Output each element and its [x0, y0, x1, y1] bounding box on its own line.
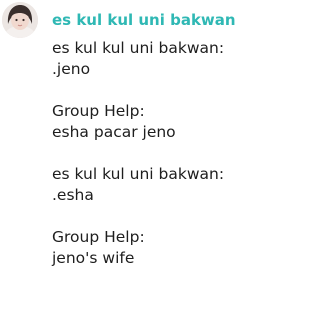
message-line: Group Help:	[52, 228, 145, 246]
message-body: es kul kul uni bakwan: .jeno Group Help:…	[52, 38, 242, 269]
message-line: es kul kul uni bakwan:	[52, 39, 225, 57]
message-line: esha pacar jeno	[52, 123, 176, 141]
message-line: .jeno	[52, 60, 91, 78]
message-line: Group Help:	[52, 102, 145, 120]
avatar-photo-icon	[2, 2, 38, 38]
message-line: jeno's wife	[52, 249, 135, 267]
message-line: .esha	[52, 186, 94, 204]
chat-message: es kul kul uni bakwan es kul kul uni bak…	[0, 0, 245, 320]
sender-name[interactable]: es kul kul uni bakwan	[52, 11, 236, 29]
message-line: es kul kul uni bakwan:	[52, 165, 225, 183]
avatar[interactable]	[2, 2, 38, 38]
